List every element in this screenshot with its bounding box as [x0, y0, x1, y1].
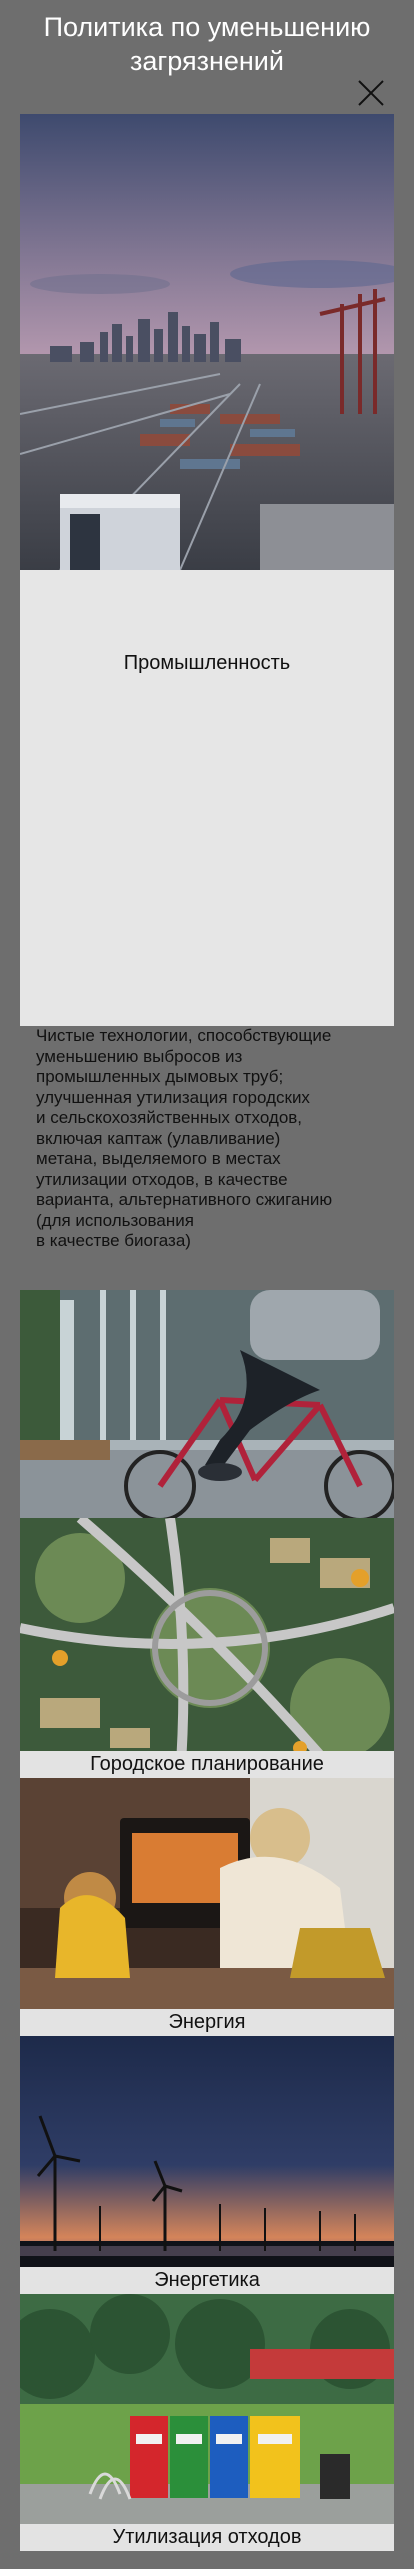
category-label: Утилизация отходов — [20, 2524, 394, 2551]
category-transport[interactable] — [20, 1290, 394, 1518]
category-label: Энергия — [20, 2009, 394, 2036]
cyclist-photo — [20, 1290, 394, 1518]
industry-photo — [20, 114, 394, 570]
close-icon — [358, 80, 384, 106]
category-label: Энергетика — [20, 2267, 394, 2294]
category-power[interactable]: Энергетика — [20, 2036, 394, 2294]
page-title: Политика по уменьшению загрязнений — [43, 12, 371, 76]
category-waste-disposal[interactable]: Утилизация отходов — [20, 2294, 394, 2551]
highway-interchange-photo — [20, 1518, 394, 1778]
featured-card[interactable]: Промышленность — [20, 570, 394, 1026]
category-urban-planning[interactable]: Городское планирование — [20, 1518, 394, 1778]
featured-description: Чистые технологии, способствующие уменьш… — [36, 1026, 333, 1250]
category-energy[interactable]: Энергия — [20, 1778, 394, 2036]
close-button[interactable] — [356, 78, 386, 108]
recycling-bins-photo — [20, 2294, 394, 2551]
wind-turbines-sunset-photo — [20, 2036, 394, 2294]
household-oven-photo — [20, 1778, 394, 2036]
featured-label: Промышленность — [123, 652, 291, 674]
category-label: Городское планирование — [20, 1751, 394, 1778]
